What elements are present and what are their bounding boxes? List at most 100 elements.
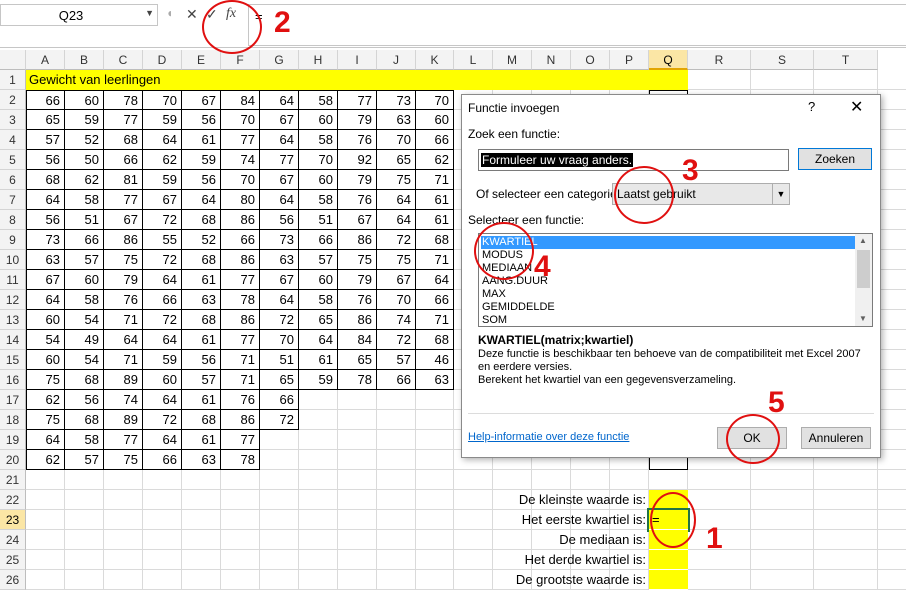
close-icon[interactable]: ✕ (850, 97, 863, 117)
column-header-g[interactable]: G (260, 50, 299, 70)
data-cell[interactable]: 68 (65, 370, 104, 390)
data-cell[interactable]: 67 (260, 110, 299, 130)
data-cell[interactable]: 78 (104, 90, 143, 110)
data-cell[interactable]: 61 (299, 350, 338, 370)
name-box[interactable]: Q23 ▼ (0, 4, 158, 26)
data-cell[interactable]: 75 (377, 250, 416, 270)
data-cell[interactable]: 89 (104, 370, 143, 390)
data-cell[interactable]: 61 (182, 270, 221, 290)
data-cell[interactable]: 63 (260, 250, 299, 270)
data-cell[interactable]: 62 (416, 150, 454, 170)
data-cell[interactable]: 64 (377, 190, 416, 210)
data-cell[interactable]: 68 (182, 250, 221, 270)
stat-value-cell[interactable] (649, 550, 688, 570)
data-cell[interactable]: 86 (221, 250, 260, 270)
data-cell[interactable]: 56 (182, 110, 221, 130)
column-header-a[interactable]: A (26, 50, 65, 70)
row-header-21[interactable]: 21 (0, 470, 26, 490)
data-cell[interactable]: 51 (299, 210, 338, 230)
column-header-i[interactable]: I (338, 50, 377, 70)
data-cell[interactable]: 54 (65, 310, 104, 330)
list-scrollbar[interactable]: ▲ ▼ (855, 234, 872, 326)
column-header-n[interactable]: N (532, 50, 571, 70)
data-cell[interactable]: 72 (260, 310, 299, 330)
data-cell[interactable]: 77 (104, 430, 143, 450)
data-cell[interactable]: 70 (377, 130, 416, 150)
data-cell[interactable]: 70 (299, 150, 338, 170)
data-cell[interactable]: 75 (104, 450, 143, 470)
data-cell[interactable]: 57 (26, 130, 65, 150)
data-cell[interactable]: 71 (416, 170, 454, 190)
data-cell[interactable]: 73 (260, 230, 299, 250)
data-cell[interactable]: 70 (143, 90, 182, 110)
row-header-13[interactable]: 13 (0, 310, 26, 330)
data-cell[interactable]: 57 (65, 250, 104, 270)
data-cell[interactable]: 75 (26, 410, 65, 430)
row-header-25[interactable]: 25 (0, 550, 26, 570)
column-header-e[interactable]: E (182, 50, 221, 70)
row-header-18[interactable]: 18 (0, 410, 26, 430)
data-cell[interactable]: 71 (104, 310, 143, 330)
data-cell[interactable]: 79 (338, 270, 377, 290)
row-header-17[interactable]: 17 (0, 390, 26, 410)
data-cell[interactable]: 64 (143, 130, 182, 150)
column-header-m[interactable]: M (493, 50, 532, 70)
data-cell[interactable]: 46 (416, 350, 454, 370)
data-cell[interactable]: 77 (260, 150, 299, 170)
data-cell[interactable]: 67 (377, 270, 416, 290)
data-cell[interactable]: 70 (377, 290, 416, 310)
data-cell[interactable]: 64 (143, 270, 182, 290)
data-cell[interactable]: 74 (221, 150, 260, 170)
data-cell[interactable]: 68 (182, 310, 221, 330)
row-header-5[interactable]: 5 (0, 150, 26, 170)
scroll-down-icon[interactable]: ▼ (859, 314, 867, 323)
data-cell[interactable]: 89 (104, 410, 143, 430)
data-cell[interactable]: 61 (182, 390, 221, 410)
data-cell[interactable]: 74 (377, 310, 416, 330)
data-cell[interactable]: 86 (104, 230, 143, 250)
data-cell[interactable]: 63 (377, 110, 416, 130)
data-cell[interactable]: 51 (260, 350, 299, 370)
data-cell[interactable]: 73 (377, 90, 416, 110)
data-cell[interactable]: 62 (26, 450, 65, 470)
column-header-o[interactable]: O (571, 50, 610, 70)
column-header-c[interactable]: C (104, 50, 143, 70)
data-cell[interactable]: 67 (182, 90, 221, 110)
formula-input[interactable]: = (248, 4, 906, 46)
data-cell[interactable]: 52 (182, 230, 221, 250)
data-cell[interactable]: 61 (182, 430, 221, 450)
data-cell[interactable]: 71 (416, 310, 454, 330)
data-cell[interactable]: 58 (65, 190, 104, 210)
data-cell[interactable]: 66 (221, 230, 260, 250)
function-list-item[interactable]: SOM (481, 314, 855, 326)
data-cell[interactable]: 71 (104, 350, 143, 370)
data-cell[interactable]: 57 (377, 350, 416, 370)
data-cell[interactable]: 67 (26, 270, 65, 290)
data-cell[interactable]: 56 (26, 210, 65, 230)
help-link[interactable]: Help-informatie over deze functie (468, 431, 629, 443)
row-header-14[interactable]: 14 (0, 330, 26, 350)
data-cell[interactable]: 58 (299, 90, 338, 110)
data-cell[interactable]: 60 (26, 350, 65, 370)
stat-value-cell[interactable] (649, 570, 688, 590)
data-cell[interactable]: 66 (416, 130, 454, 150)
data-cell[interactable]: 78 (338, 370, 377, 390)
row-header-3[interactable]: 3 (0, 110, 26, 130)
data-cell[interactable]: 61 (416, 210, 454, 230)
row-header-2[interactable]: 2 (0, 90, 26, 110)
chevron-down-icon[interactable]: ▼ (772, 184, 789, 204)
drag-handle-icon[interactable]: ◖ (166, 6, 173, 20)
data-cell[interactable]: 64 (260, 130, 299, 150)
data-cell[interactable]: 77 (221, 330, 260, 350)
data-cell[interactable]: 75 (338, 250, 377, 270)
row-header-4[interactable]: 4 (0, 130, 26, 150)
data-cell[interactable]: 66 (143, 450, 182, 470)
scroll-up-icon[interactable]: ▲ (859, 236, 867, 245)
column-header-h[interactable]: H (299, 50, 338, 70)
data-cell[interactable]: 57 (65, 450, 104, 470)
data-cell[interactable]: 86 (338, 310, 377, 330)
data-cell[interactable]: 72 (143, 410, 182, 430)
column-header-t[interactable]: T (814, 50, 878, 70)
data-cell[interactable]: 61 (182, 130, 221, 150)
help-icon[interactable]: ? (808, 99, 815, 114)
